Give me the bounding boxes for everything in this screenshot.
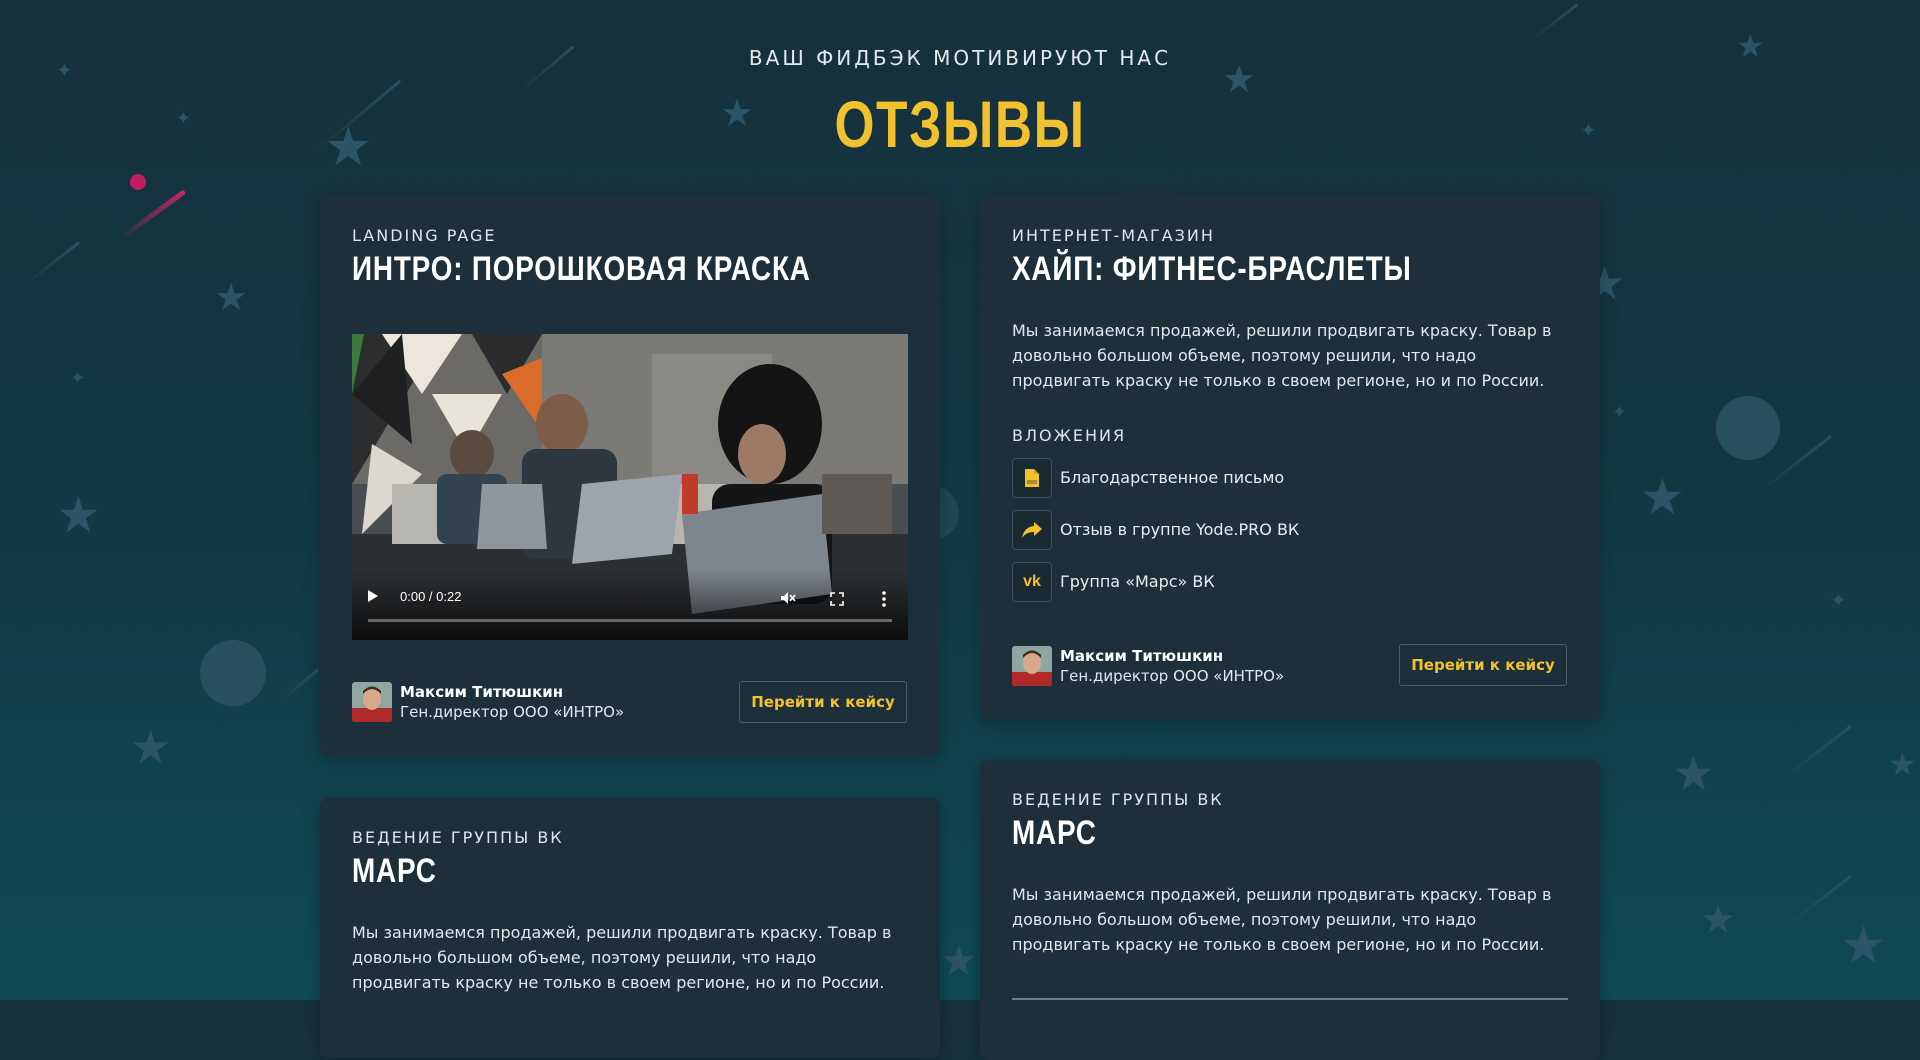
star-decoration: ★	[1700, 897, 1736, 943]
star-decoration: ★	[56, 486, 101, 544]
comet-decoration	[1779, 874, 1852, 933]
card-title: ИНТРО: ПОРОШКОВАЯ КРАСКА	[352, 250, 811, 288]
review-video-player[interactable]: 0:00 / 0:22	[352, 334, 908, 640]
attachment-label: Группа «Марс» ВК	[1060, 572, 1215, 591]
comet-decoration	[23, 241, 81, 287]
mute-icon[interactable]	[780, 590, 796, 606]
author-role: Ген.директор ООО «ИНТРО»	[400, 703, 625, 721]
video-progress-track[interactable]	[368, 619, 892, 622]
pdf-file-icon	[1012, 458, 1052, 498]
review-author: Максим Титюшкин Ген.директор ООО «ИНТРО»	[352, 682, 672, 724]
planet-decoration	[1716, 396, 1780, 460]
card-description: Мы занимаемся продажей, решили продвигат…	[352, 923, 892, 992]
star-decoration: ★	[1888, 745, 1917, 783]
review-author: Максим Титюшкин Ген.директор ООО «ИНТРО»	[1012, 646, 1332, 688]
attachment-label: Благодарственное письмо	[1060, 468, 1285, 487]
card-category: ВЕДЕНИЕ ГРУППЫ ВК	[352, 828, 564, 847]
review-card-intro: LANDING PAGE ИНТРО: ПОРОШКОВАЯ КРАСКА 0:…	[320, 196, 940, 756]
fullscreen-icon[interactable]	[830, 592, 844, 606]
video-time: 0:00 / 0:22	[400, 589, 462, 604]
review-card-mars-left: ВЕДЕНИЕ ГРУППЫ ВК МАРС Мы занимаемся про…	[320, 798, 940, 1058]
author-role: Ген.директор ООО «ИНТРО»	[1060, 667, 1285, 685]
review-card-mars-right: ВЕДЕНИЕ ГРУППЫ ВК МАРС Мы занимаемся про…	[980, 760, 1600, 1060]
star-decoration: ★	[1640, 468, 1685, 526]
attachment-mars-group[interactable]: vk Группа «Марс» ВК	[1012, 562, 1412, 602]
star-decoration: ★	[130, 720, 172, 774]
card-category: ВЕДЕНИЕ ГРУППЫ ВК	[1012, 790, 1224, 809]
attachments-label: ВЛОЖЕНИЯ	[1012, 426, 1127, 445]
share-arrow-icon	[1012, 510, 1052, 550]
reviews-section-header: ВАШ ФИДБЭК МОТИВИРУЮТ НАС ОТЗЫВЫ	[0, 46, 1920, 162]
comet-decoration	[1759, 434, 1832, 493]
section-kicker: ВАШ ФИДБЭК МОТИВИРУЮТ НАС	[748, 46, 1172, 70]
go-to-case-button[interactable]: Перейти к кейсу	[1399, 644, 1567, 686]
comet-decoration	[279, 668, 320, 703]
star-decoration: ✦	[1612, 402, 1628, 423]
more-options-icon[interactable]	[882, 590, 886, 608]
star-decoration: ✦	[70, 368, 86, 389]
video-controls: 0:00 / 0:22	[352, 570, 908, 640]
section-title: ОТЗЫВЫ	[834, 87, 1086, 161]
comet-decoration	[118, 189, 187, 241]
card-category: LANDING PAGE	[352, 226, 497, 245]
card-title: МАРС	[352, 852, 437, 890]
avatar	[352, 682, 392, 722]
star-decoration: ★	[1672, 746, 1716, 802]
comet-decoration	[1529, 3, 1579, 43]
card-description: Мы занимаемся продажей, решили продвигат…	[1012, 885, 1552, 954]
review-card-hype: ИНТЕРНЕТ-МАГАЗИН ХАЙП: ФИТНЕС-БРАСЛЕТЫ М…	[980, 196, 1600, 720]
star-decoration: ★	[1840, 916, 1887, 976]
vk-icon: vk	[1012, 562, 1052, 602]
card-description: Мы занимаемся продажей, решили продвигат…	[1012, 321, 1552, 390]
card-title: ХАЙП: ФИТНЕС-БРАСЛЕТЫ	[1012, 250, 1412, 288]
planet-decoration	[200, 640, 266, 706]
avatar	[1012, 646, 1052, 686]
card-title: МАРС	[1012, 814, 1097, 852]
star-decoration: ★	[214, 275, 249, 319]
go-to-case-button[interactable]: Перейти к кейсу	[739, 681, 907, 723]
author-name: Максим Титюшкин	[400, 683, 564, 701]
card-category: ИНТЕРНЕТ-МАГАЗИН	[1012, 226, 1215, 245]
star-decoration: ★	[940, 936, 978, 985]
attachment-yode-review[interactable]: Отзыв в группе Yode.PRO ВК	[1012, 510, 1412, 550]
attachment-label: Отзыв в группе Yode.PRO ВК	[1060, 520, 1300, 539]
attachment-thank-you-letter[interactable]: Благодарственное письмо	[1012, 458, 1412, 498]
author-name: Максим Титюшкин	[1060, 647, 1224, 665]
star-decoration: ✦	[1830, 588, 1847, 612]
comet-decoration	[1779, 724, 1852, 783]
pink-dot-decoration	[130, 174, 146, 190]
play-icon[interactable]	[368, 590, 378, 602]
